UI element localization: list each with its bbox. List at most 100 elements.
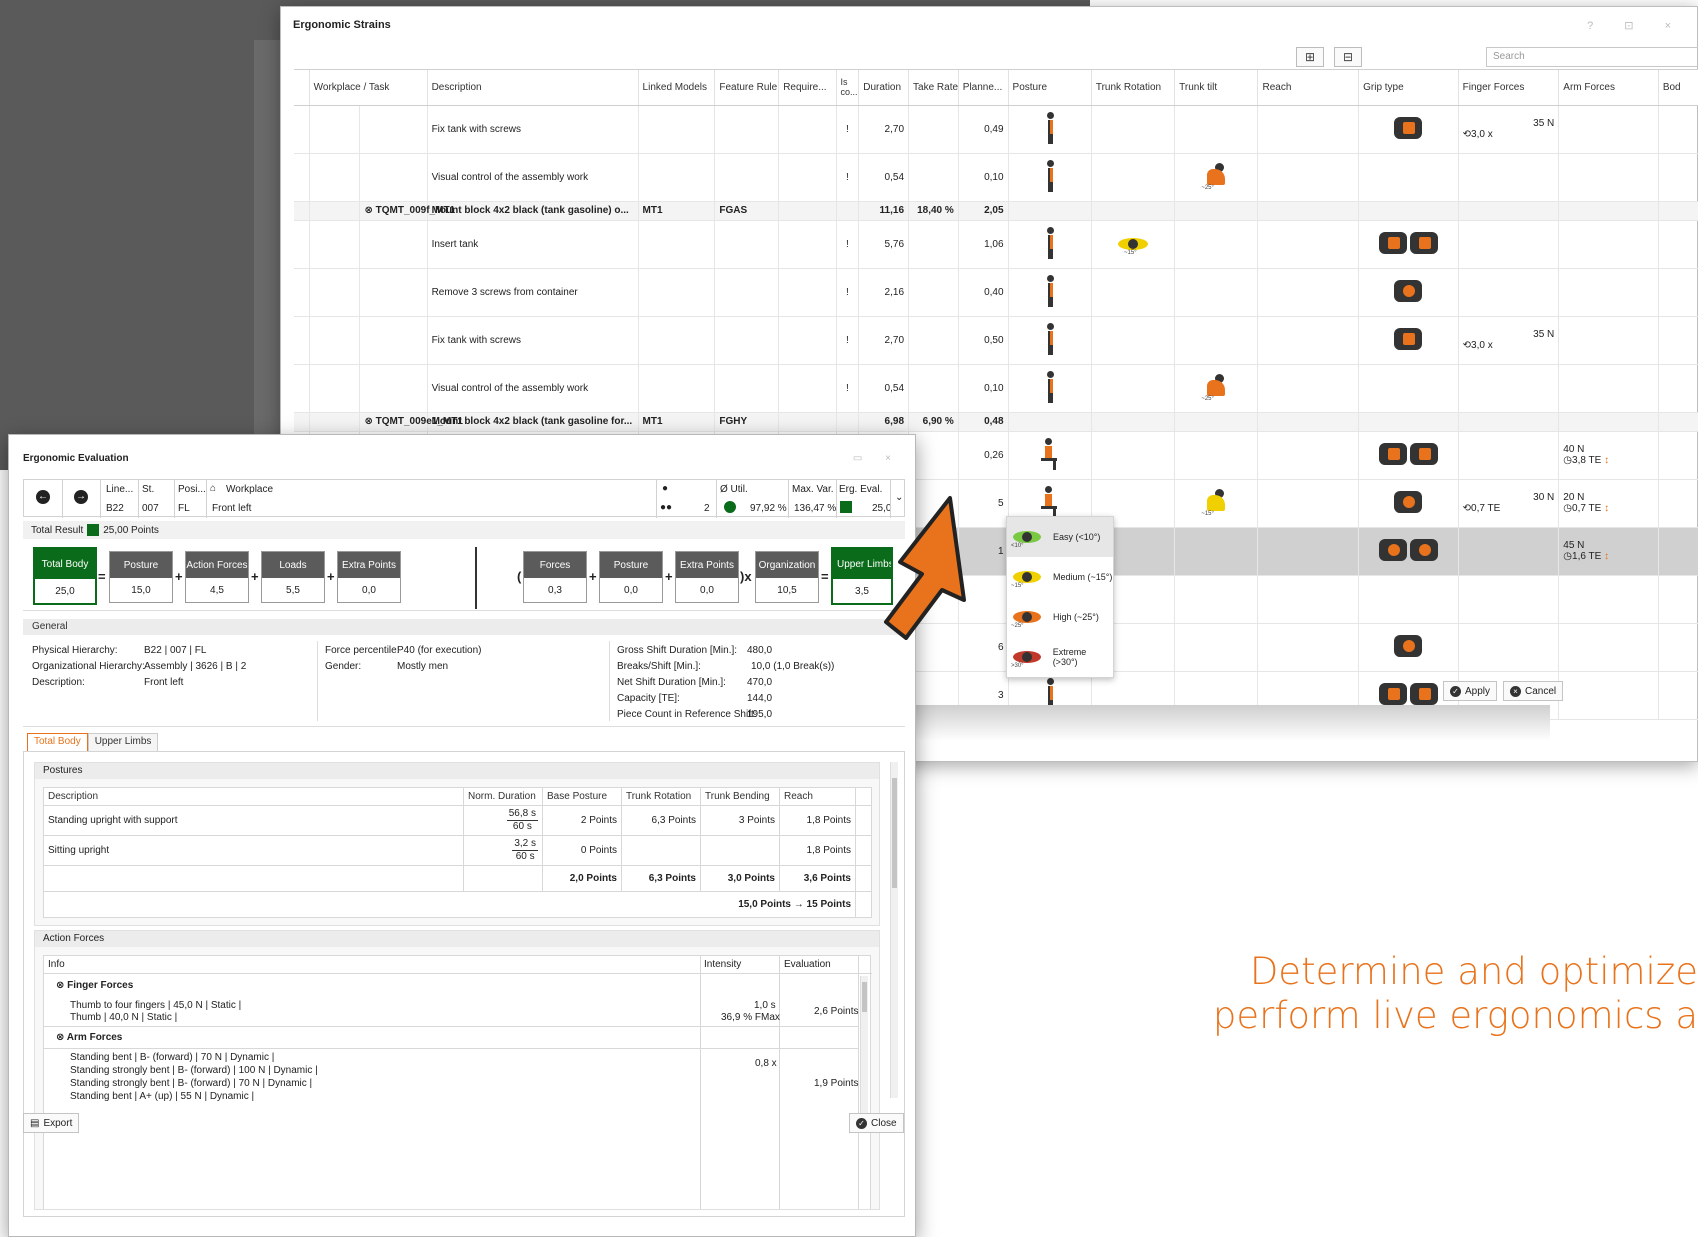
feature-rule-cell[interactable] <box>714 220 780 269</box>
feature-rule-cell[interactable] <box>714 364 780 413</box>
col-finger-forces[interactable]: Finger Forces <box>1458 70 1560 106</box>
reach-cell[interactable] <box>1257 575 1360 624</box>
grip-type-cell[interactable] <box>1358 412 1459 432</box>
workplace-cell[interactable] <box>359 220 428 269</box>
reach-cell[interactable] <box>1257 431 1360 480</box>
table-row[interactable]: Sitting upright 3,2 s 60 s0 Points 1,8 Poin… <box>43 835 872 866</box>
col-description[interactable]: Description <box>427 70 639 106</box>
trunk-rotation-option[interactable]: ~25° High (~25°) <box>1007 597 1113 637</box>
finger-forces-cell[interactable] <box>1458 527 1560 576</box>
col-duration[interactable]: Duration <box>858 70 910 106</box>
search-input[interactable]: Search <box>1486 47 1698 67</box>
description-cell[interactable]: Remove 3 screws from container <box>427 268 639 317</box>
group-row[interactable]: ⊗ TQMT_009f_MT1 Mount block 4x2 black (ta… <box>294 201 1698 221</box>
body-cell[interactable] <box>1658 671 1698 720</box>
feature-rule-cell[interactable] <box>714 316 780 365</box>
apply-button[interactable]: ✓ Apply <box>1443 681 1498 701</box>
posture-box[interactable]: Posture 15,0 <box>109 551 173 603</box>
arm-forces-cell[interactable] <box>1558 220 1659 269</box>
tab-upper-limbs[interactable]: Upper Limbs <box>87 733 159 751</box>
planned-cell[interactable]: 0,26 <box>958 431 1009 480</box>
col-workplace-task[interactable]: Workplace / Task <box>309 70 428 106</box>
trunk-tilt-cell[interactable]: ~15° <box>1174 479 1259 528</box>
finger-forces-cell[interactable]: 30 N ⟲0,7 TE <box>1458 479 1560 528</box>
trunk-rotation-cell[interactable] <box>1091 412 1176 432</box>
arm-forces-cell[interactable] <box>1558 623 1659 672</box>
arm-forces-cell[interactable]: 40 N ◷3,8 TE ↕ <box>1558 431 1659 480</box>
trunk-rotation-cell[interactable] <box>1091 316 1176 365</box>
reach-cell[interactable] <box>1257 623 1360 672</box>
body-cell[interactable] <box>1658 479 1698 528</box>
trunk-tilt-cell[interactable] <box>1174 201 1259 221</box>
grip-type-cell[interactable] <box>1358 364 1459 413</box>
col-trunk-tilt[interactable]: Trunk tilt <box>1174 70 1259 106</box>
trunk-tilt-cell[interactable] <box>1174 105 1259 154</box>
body-cell[interactable] <box>1658 316 1698 365</box>
posture-cell[interactable] <box>1008 105 1092 154</box>
task-row[interactable]: Remove 3 screws from container! 2,16 0,40 <box>294 268 1698 317</box>
trunk-tilt-cell[interactable] <box>1174 220 1259 269</box>
is-co-cell[interactable]: ! <box>836 364 860 413</box>
required-cell[interactable] <box>778 268 837 317</box>
required-cell[interactable] <box>778 412 837 432</box>
take-rate-cell[interactable] <box>908 105 959 154</box>
panel-scrollbar[interactable] <box>890 762 898 1098</box>
col-trunk-bending[interactable]: Trunk Bending <box>700 787 780 806</box>
finger-forces-cell[interactable] <box>1458 201 1560 221</box>
trunk-tilt-cell[interactable] <box>1174 431 1259 480</box>
row-expander[interactable] <box>294 105 310 154</box>
description-cell[interactable]: Visual control of the assembly work <box>427 153 639 202</box>
body-cell[interactable] <box>1658 220 1698 269</box>
next-arrow-icon[interactable]: → <box>74 490 88 504</box>
row-expander[interactable] <box>294 316 310 365</box>
finger-forces-group[interactable]: ⊗ Finger Forces <box>56 980 133 991</box>
grip-type-cell[interactable] <box>1358 316 1459 365</box>
arm-forces-cell[interactable] <box>1558 153 1659 202</box>
description-cell[interactable]: Mount block 4x2 black (tank gasoline for… <box>427 412 639 432</box>
arm-forces-cell[interactable] <box>1558 268 1659 317</box>
required-cell[interactable] <box>778 153 837 202</box>
planned-cell[interactable]: 0,48 <box>958 412 1009 432</box>
task-row[interactable]: Fix tank with screws! 2,70 0,49 35 N ⟲3,0 x <box>294 105 1698 154</box>
window-controls[interactable]: ▭ × <box>853 453 901 464</box>
workplace-cell[interactable] <box>359 105 428 154</box>
action-forces-scrollbar[interactable] <box>860 976 868 1116</box>
collapse-all-button[interactable]: ⊟ <box>1334 47 1362 67</box>
trunk-tilt-cell[interactable] <box>1174 623 1259 672</box>
workplace-cell[interactable]: ⊗ TQMT_009e1_MT1 <box>359 412 463 432</box>
body-cell[interactable] <box>1658 105 1698 154</box>
duration-cell[interactable]: 2,16 <box>858 268 910 317</box>
take-rate-cell[interactable]: 18,40 % <box>908 201 959 221</box>
finger-forces-cell[interactable] <box>1458 431 1560 480</box>
col-posture[interactable]: Posture <box>1008 70 1092 106</box>
col-required[interactable]: Require... <box>778 70 837 106</box>
linked-models-cell[interactable] <box>638 220 716 269</box>
col-body[interactable]: Bod <box>1658 70 1698 106</box>
workplace-cell[interactable] <box>359 364 428 413</box>
feature-rule-cell[interactable] <box>714 153 780 202</box>
finger-forces-cell[interactable]: 35 N ⟲3,0 x <box>1458 316 1560 365</box>
finger-forces-cell[interactable] <box>1458 268 1560 317</box>
arm-forces-cell[interactable]: 45 N ◷1,6 TE ↕ <box>1558 527 1659 576</box>
row-expander[interactable] <box>294 268 310 317</box>
col-feature-rule[interactable]: Feature Rule <box>714 70 780 106</box>
extra-points-box[interactable]: Extra Points 0,0 <box>337 551 401 603</box>
posture-cell[interactable] <box>1008 412 1092 432</box>
reach-cell[interactable] <box>1257 364 1360 413</box>
grip-type-cell[interactable] <box>1358 479 1459 528</box>
body-cell[interactable] <box>1658 268 1698 317</box>
feature-rule-cell[interactable]: FGAS <box>714 201 780 221</box>
is-co-cell[interactable] <box>836 201 860 221</box>
linked-models-cell[interactable]: MT1 <box>638 201 716 221</box>
col-reach[interactable]: Reach <box>779 787 856 806</box>
body-cell[interactable] <box>1658 623 1698 672</box>
row-expander[interactable] <box>294 153 310 202</box>
description-cell[interactable]: Fix tank with screws <box>427 316 639 365</box>
table-row[interactable]: Standing upright with support 56,8 s 60 s2… <box>43 805 872 836</box>
grip-type-cell[interactable] <box>1358 527 1459 576</box>
col-reach[interactable]: Reach <box>1257 70 1360 106</box>
workplace-cell[interactable] <box>359 316 428 365</box>
close-button[interactable]: ✓ Close <box>849 1113 904 1133</box>
arm-forces-cell[interactable] <box>1558 105 1659 154</box>
linked-models-cell[interactable] <box>638 364 716 413</box>
